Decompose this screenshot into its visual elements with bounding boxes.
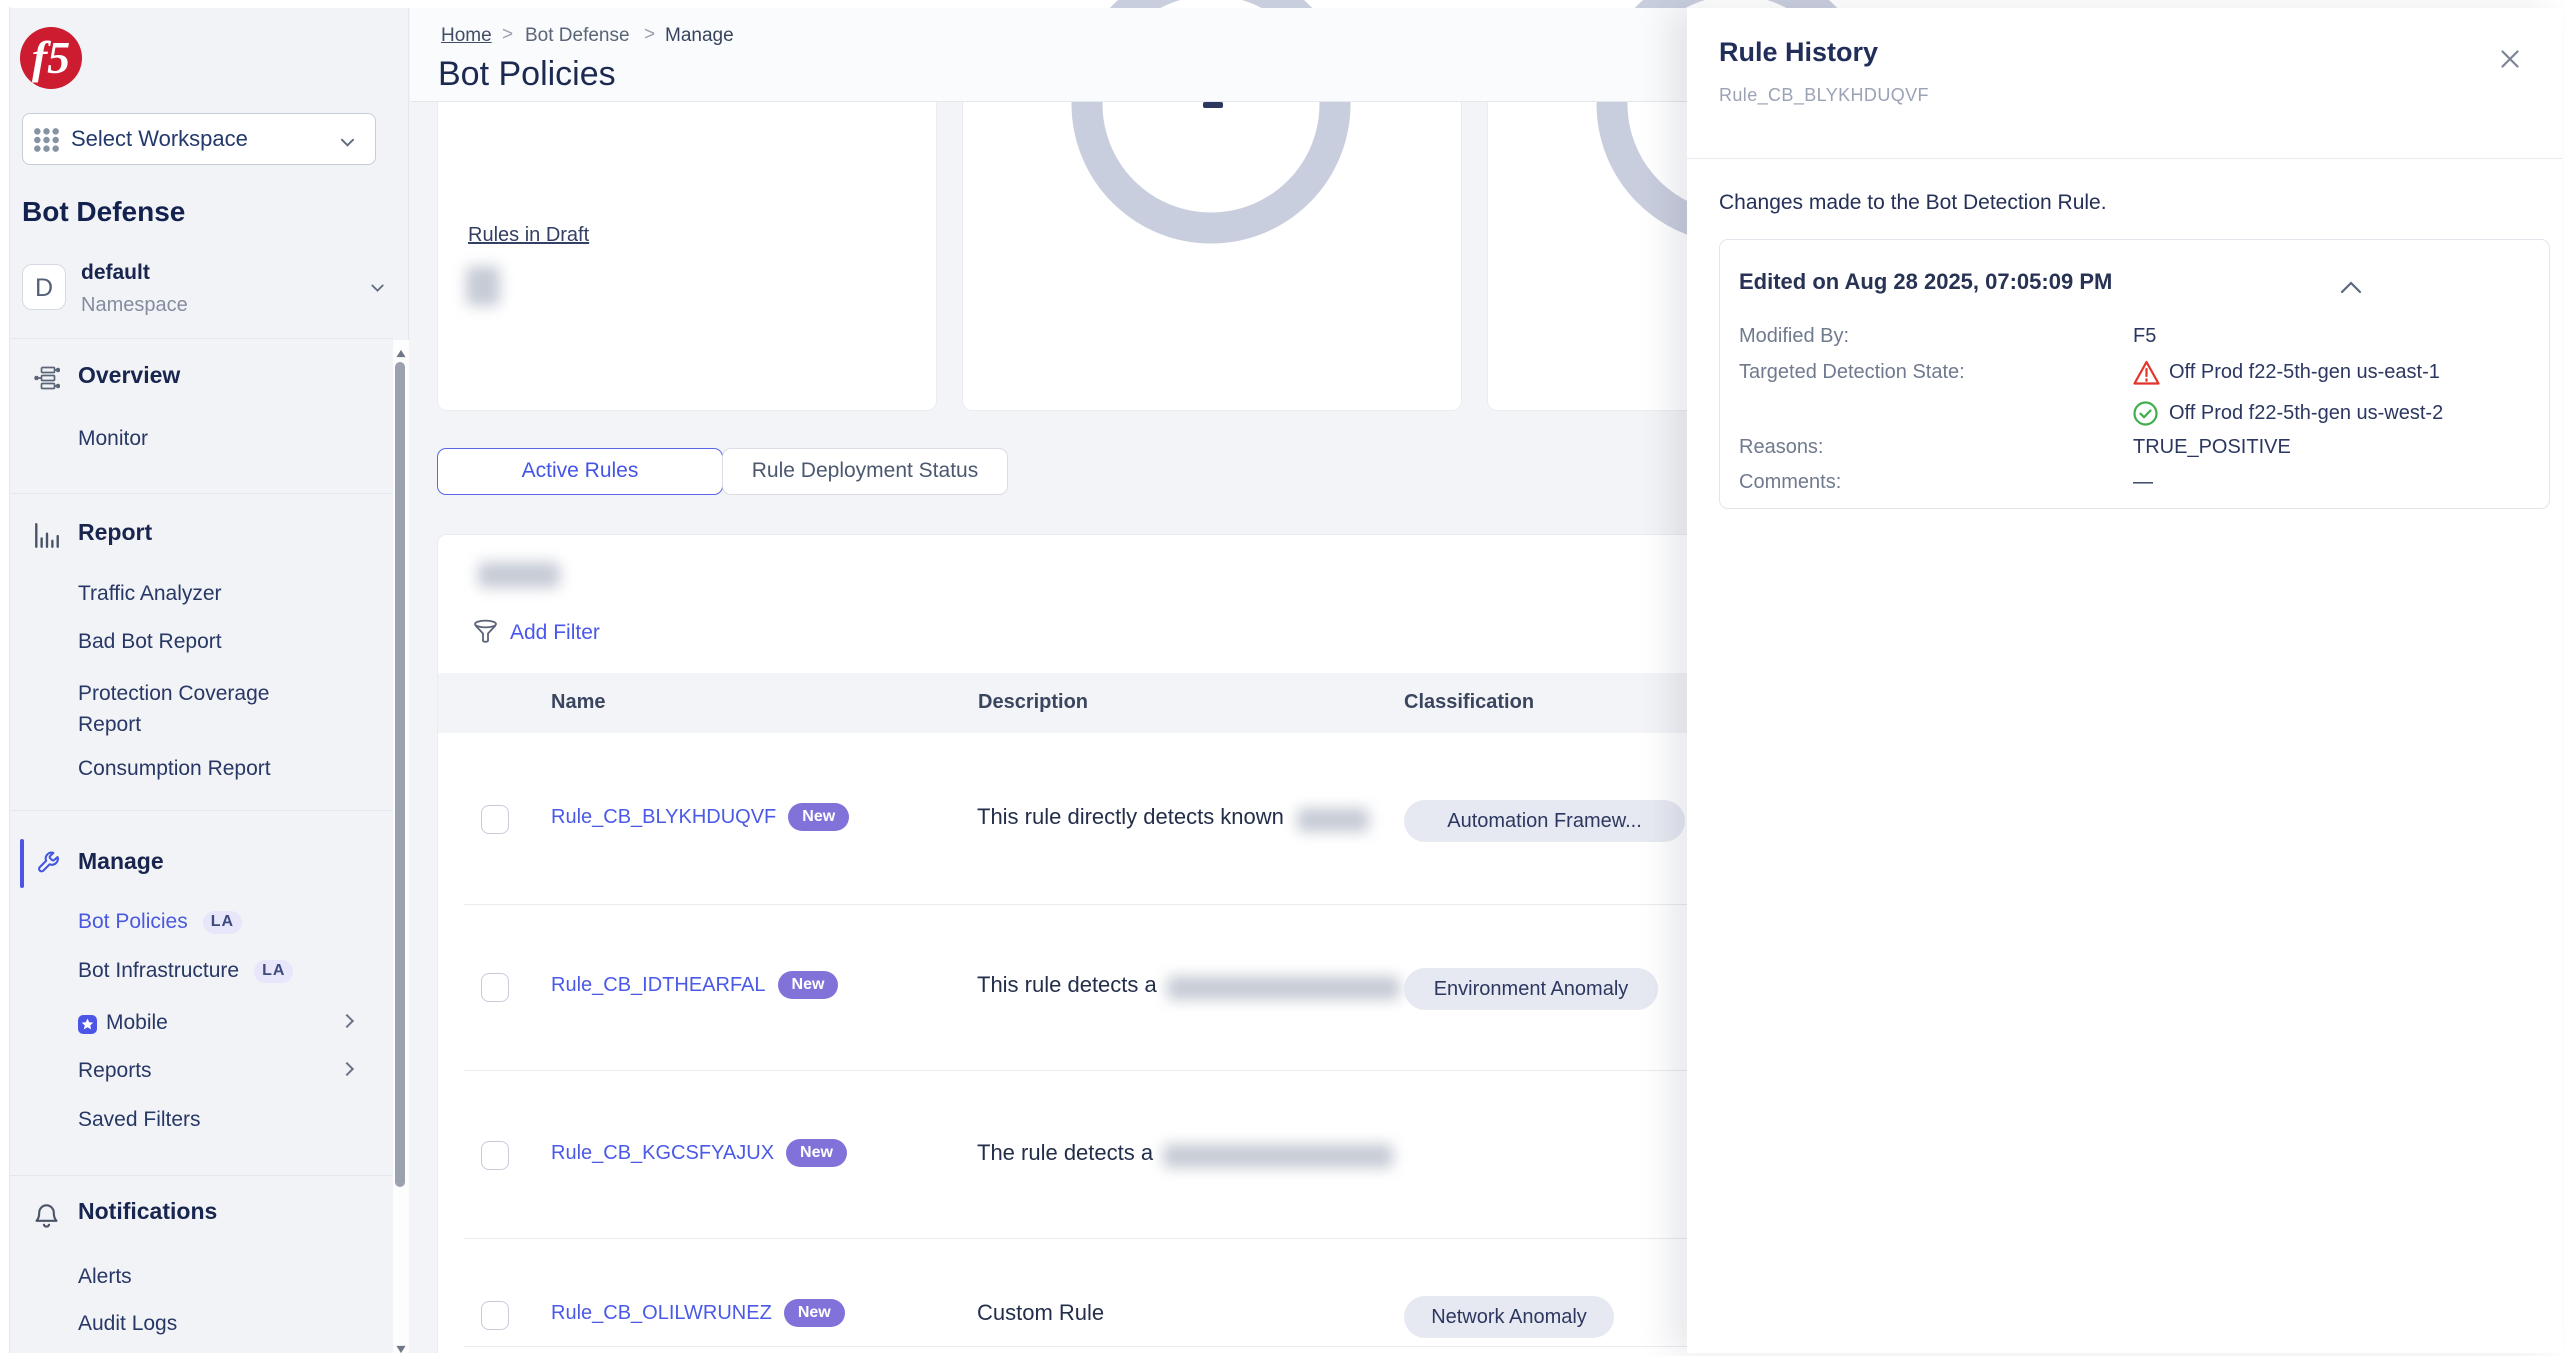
svg-text:f5: f5 (32, 32, 70, 83)
